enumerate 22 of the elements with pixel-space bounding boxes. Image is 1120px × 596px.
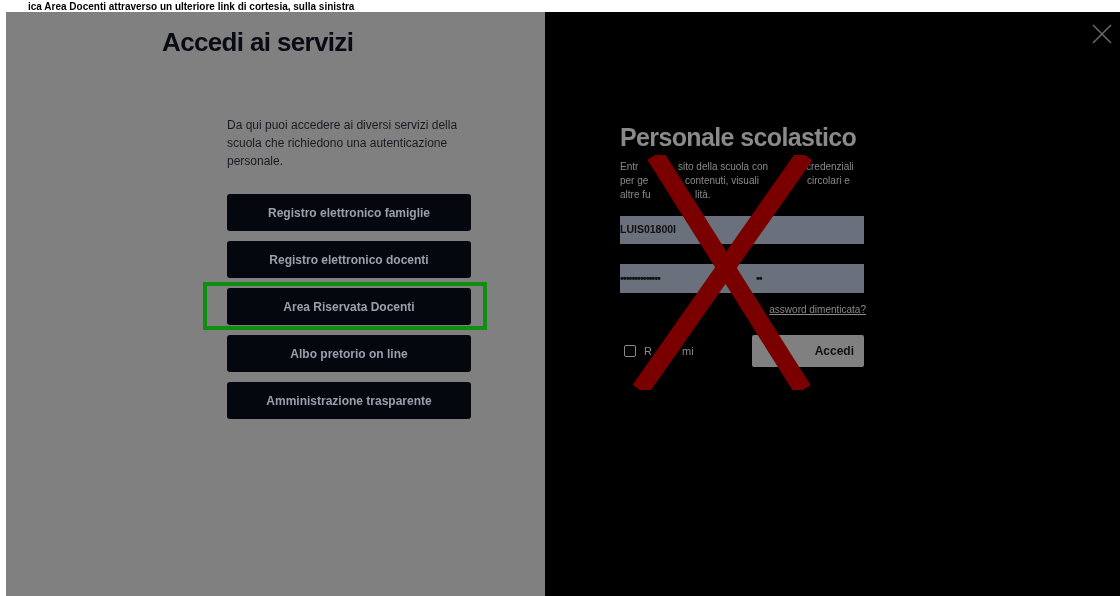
caption-text: ica Area Docenti attraverso un ulteriore link di cortesia, sulla sinistra — [28, 2, 355, 12]
description-text: altre fu — [620, 189, 651, 200]
description-text: lità. — [695, 189, 711, 200]
description-text: credenziali — [806, 161, 854, 172]
close-icon[interactable] — [1092, 24, 1112, 44]
description-text: Entr — [620, 161, 639, 172]
description-text: contenuti, visuali — [685, 175, 759, 186]
service-button[interactable]: Registro elettronico famiglie — [227, 194, 471, 231]
intro-text: Da qui puoi accedere ai diversi servizi della scuola che richiedono una autenticazione personale. — [227, 117, 459, 170]
service-button[interactable]: Albo pretorio on line — [227, 335, 471, 372]
description-text: circolari e — [807, 175, 850, 186]
login-title: Personale scolastico — [620, 122, 857, 153]
service-button[interactable]: Area Riservata Docenti — [227, 288, 471, 325]
service-button[interactable]: Amministrazione trasparente — [227, 382, 471, 419]
panel-title: Accedi ai servizi — [162, 26, 355, 58]
remember-label: mi — [682, 344, 694, 357]
description-text: sito della scuola con — [678, 161, 769, 172]
remember-label: R — [644, 344, 652, 357]
service-button[interactable]: Registro elettronico docenti — [227, 241, 471, 278]
forgot-password-link[interactable]: assword dimenticata? — [769, 302, 866, 317]
remember-checkbox[interactable] — [624, 345, 636, 357]
description-text: per ge — [620, 175, 649, 186]
